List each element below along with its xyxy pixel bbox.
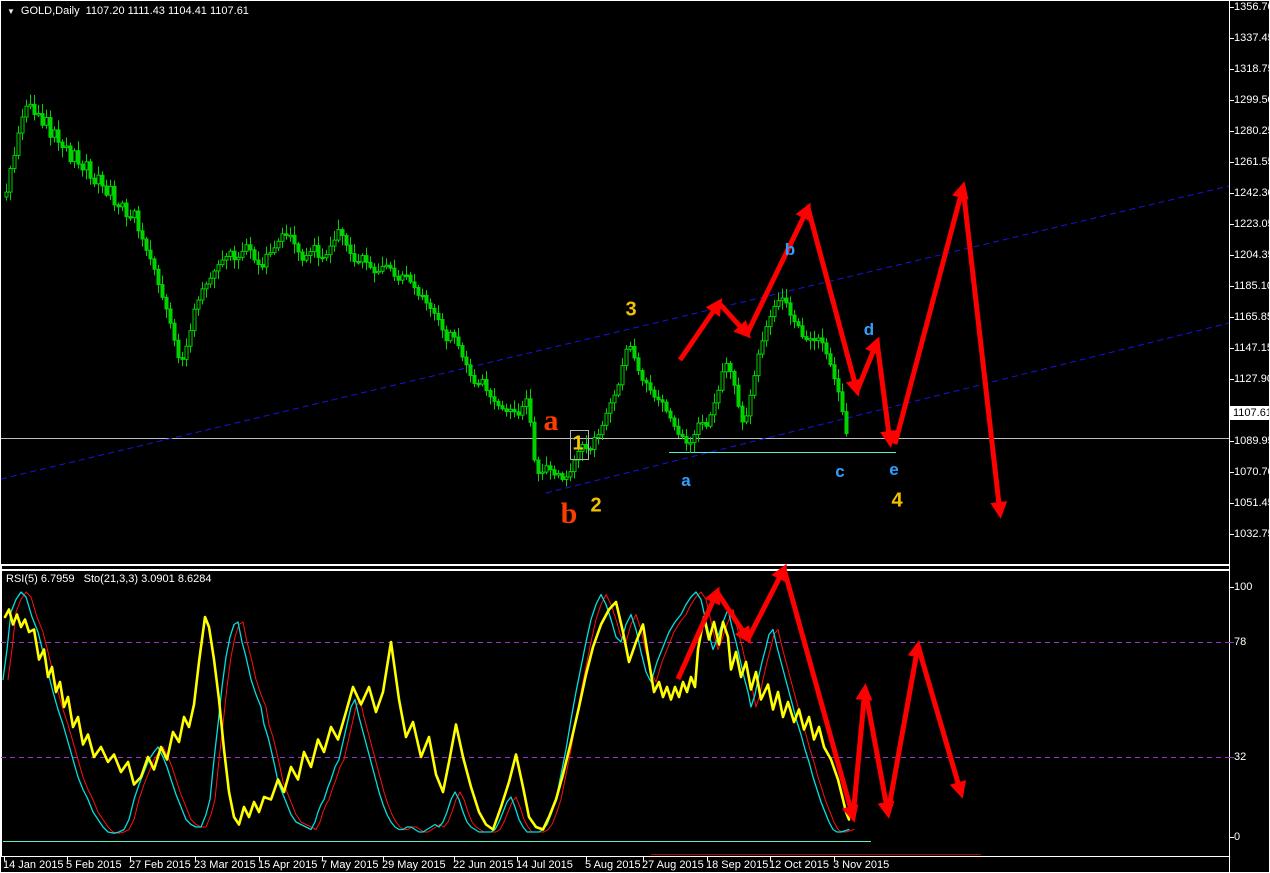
time-axis-label: 5 Feb 2015: [66, 859, 122, 871]
price-axis-label: 1185.10: [1234, 280, 1270, 292]
forecast-arrow[interactable]: [717, 301, 751, 339]
price-axis-label: 1356.70: [1234, 1, 1270, 13]
price-axis-label: 1242.30: [1234, 187, 1270, 199]
time-axis-label: 12 Oct 2015: [769, 859, 829, 871]
forecast-arrow[interactable]: [892, 181, 969, 445]
wave-label-4[interactable]: 4: [891, 490, 902, 513]
price-axis-label: 1127.90: [1234, 373, 1270, 385]
time-axis-label: 27 Feb 2015: [129, 859, 191, 871]
forecast-arrow-indicator[interactable]: [915, 645, 967, 799]
wave-label-c[interactable]: c: [835, 462, 844, 482]
price-axis-label: 1280.25: [1234, 125, 1270, 137]
price-axis-label: 1223.05: [1234, 218, 1270, 230]
forecast-arrow-indicator[interactable]: [862, 688, 895, 819]
time-axis-label: 27 Aug 2015: [642, 859, 704, 871]
wave-label-e[interactable]: e: [889, 460, 898, 480]
indicator-label: RSI(5) 6.7959 Sto(21,3,3) 3.0901 8.6284: [6, 573, 212, 585]
price-axis-label: 1032.75: [1234, 528, 1270, 540]
wave-label-a[interactable]: a: [544, 404, 559, 438]
time-axis-label: 22 Jun 2015: [453, 859, 514, 871]
rsi-line: [3, 600, 851, 831]
candlesticks: [4, 94, 849, 487]
indicator-axis-label: 32: [1234, 751, 1247, 763]
forecast-arrow[interactable]: [854, 336, 881, 392]
price-axis-label: 1147.15: [1234, 342, 1270, 354]
current-price-tag: 1107.61: [1230, 406, 1269, 420]
price-axis-label: 1204.35: [1234, 249, 1270, 261]
time-axis-label: 5 Aug 2015: [585, 859, 641, 871]
wave-label-b[interactable]: b: [785, 240, 795, 260]
wave-label-3[interactable]: 3: [625, 299, 636, 322]
forecast-arrow[interactable]: [744, 202, 811, 336]
price-axis-label: 1089.95: [1234, 435, 1270, 447]
forecast-arrow[interactable]: [874, 341, 898, 448]
price-axis-label: 1070.70: [1234, 466, 1270, 478]
price-axis-label: 1337.45: [1234, 32, 1270, 44]
price-axis-label: 1051.45: [1234, 497, 1270, 509]
forecast-arrow[interactable]: [677, 298, 723, 362]
wave-label-2[interactable]: 2: [590, 495, 601, 518]
time-axis-label: 7 May 2015: [321, 859, 379, 871]
panel-separator: [1, 564, 1229, 566]
price-axis-label: 1165.85: [1234, 311, 1270, 323]
forecast-arrow[interactable]: [960, 186, 1008, 519]
forecast-arrow-indicator[interactable]: [885, 640, 925, 814]
forecast-arrow-indicator[interactable]: [850, 683, 873, 818]
time-axis-label: 14 Jul 2015: [516, 859, 573, 871]
trend-channel-line: [1, 185, 1230, 480]
time-axis-label: 3 Nov 2015: [833, 859, 890, 871]
time-axis-label: 29 May 2015: [382, 859, 446, 871]
time-axis-label: 15 Apr 2015: [258, 859, 318, 871]
price-axis-label: 1261.55: [1234, 156, 1270, 168]
wave-label-1[interactable]: 1: [572, 433, 583, 456]
mt4-chart-window: ▼ GOLD,Daily 1107.20 1111.43 1104.41 110…: [0, 0, 1270, 873]
time-axis-label: 23 Mar 2015: [194, 859, 256, 871]
forecast-arrow-indicator[interactable]: [745, 563, 787, 641]
chart-symbol-period: GOLD,Daily: [20, 5, 80, 17]
panel-separator: [1, 569, 1229, 571]
wave-label-a[interactable]: a: [681, 471, 690, 491]
indicator-axis-label: 78: [1234, 636, 1247, 648]
symbol-dropdown-icon[interactable]: ▼: [7, 7, 15, 16]
wave-label-d[interactable]: d: [864, 320, 874, 340]
indicator-axis-label: 100: [1234, 581, 1253, 593]
wave-label-b[interactable]: b: [561, 497, 578, 531]
price-axis-label: 1299.50: [1234, 94, 1270, 106]
chart-title: ▼ GOLD,Daily 1107.20 1111.43 1104.41 110…: [7, 5, 249, 17]
chart-ohlc-values: 1107.20 1111.43 1104.41 1107.61: [85, 5, 249, 17]
time-axis-label: 14 Jan 2015: [3, 859, 64, 871]
time-axis-label: 18 Sep 2015: [706, 859, 769, 871]
indicator-axis-label: 0: [1234, 831, 1241, 843]
price-axis-label: 1318.75: [1234, 63, 1270, 75]
chart-canvas[interactable]: [1, 1, 1270, 873]
